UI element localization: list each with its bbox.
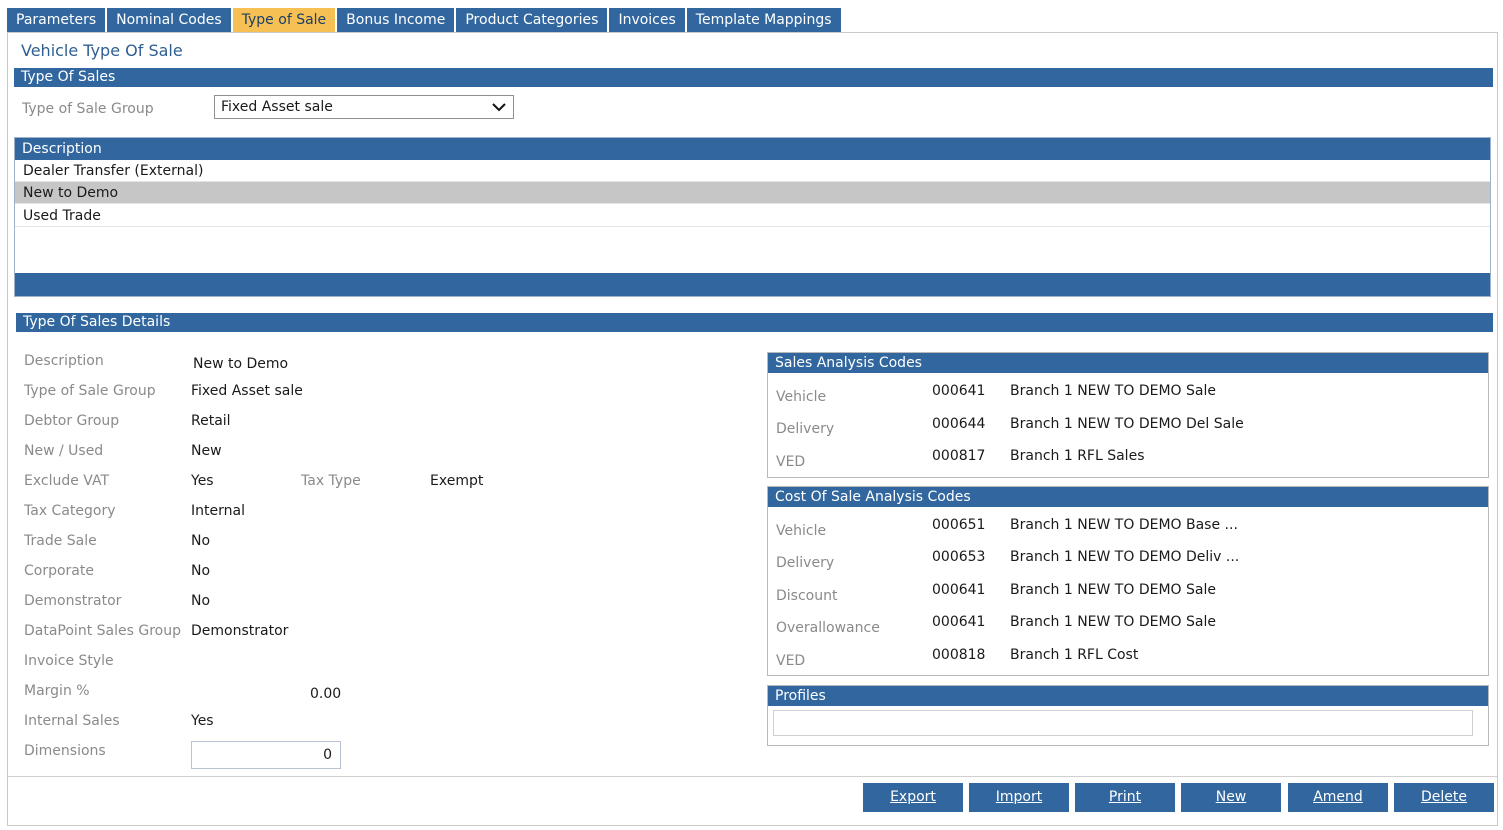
- print-button[interactable]: Print: [1075, 783, 1175, 812]
- invoice-style-label: Invoice Style: [24, 653, 114, 669]
- sales-delivery-code: 000644: [932, 416, 986, 432]
- export-button[interactable]: Export: [863, 783, 963, 812]
- sales-ved-desc: Branch 1 RFL Sales: [1010, 448, 1145, 464]
- internal-sales-label: Internal Sales: [24, 713, 120, 729]
- cost-ved-desc: Branch 1 RFL Cost: [1010, 647, 1139, 663]
- trade-sale-label: Trade Sale: [24, 533, 97, 549]
- description-label: Description: [24, 353, 104, 369]
- tab-product-categories[interactable]: Product Categories: [456, 8, 608, 32]
- sales-delivery-desc: Branch 1 NEW TO DEMO Del Sale: [1010, 416, 1244, 432]
- tax-category-label: Tax Category: [24, 503, 116, 519]
- description-list-header: Description: [15, 138, 1490, 160]
- sales-ved-code: 000817: [932, 448, 986, 464]
- cost-ved-code: 000818: [932, 647, 986, 663]
- cost-discount-label: Discount: [776, 588, 838, 604]
- type-of-sale-group-select[interactable]: Fixed Asset sale: [214, 95, 514, 119]
- tab-bar: Parameters Nominal Codes Type of Sale Bo…: [7, 8, 843, 32]
- sales-analysis-codes-header: Sales Analysis Codes: [768, 353, 1488, 373]
- tax-type-label: Tax Type: [301, 473, 361, 489]
- tab-nominal-codes[interactable]: Nominal Codes: [107, 8, 231, 32]
- new-button[interactable]: New: [1181, 783, 1281, 812]
- cost-analysis-codes-header: Cost Of Sale Analysis Codes: [768, 487, 1488, 507]
- description-value: New to Demo: [193, 356, 289, 372]
- sales-vehicle-desc: Branch 1 NEW TO DEMO Sale: [1010, 383, 1216, 399]
- type-of-sales-header: Type Of Sales: [14, 68, 1493, 87]
- cost-vehicle-code: 000651: [932, 517, 986, 533]
- tab-parameters[interactable]: Parameters: [7, 8, 106, 32]
- cost-overallowance-label: Overallowance: [776, 620, 880, 636]
- list-item[interactable]: Used Trade: [15, 205, 1490, 227]
- delete-button[interactable]: Delete: [1394, 783, 1494, 812]
- type-of-sale-group-detail-label: Type of Sale Group: [24, 383, 156, 399]
- tab-bonus-income[interactable]: Bonus Income: [337, 8, 455, 32]
- chevron-down-icon: [492, 103, 506, 112]
- datapoint-sales-group-label: DataPoint Sales Group: [24, 623, 181, 639]
- margin-label: Margin %: [24, 683, 90, 699]
- cost-delivery-label: Delivery: [776, 555, 835, 571]
- cost-analysis-codes-panel: Cost Of Sale Analysis Codes Vehicle 0006…: [767, 486, 1489, 676]
- profiles-header: Profiles: [768, 686, 1488, 706]
- dimensions-label: Dimensions: [24, 743, 106, 759]
- tab-type-of-sale[interactable]: Type of Sale: [232, 8, 336, 32]
- sales-delivery-label: Delivery: [776, 421, 835, 437]
- list-item[interactable]: New to Demo: [15, 182, 1490, 204]
- tab-invoices[interactable]: Invoices: [609, 8, 685, 32]
- cost-overallowance-desc: Branch 1 NEW TO DEMO Sale: [1010, 614, 1216, 630]
- amend-button[interactable]: Amend: [1288, 783, 1388, 812]
- debtor-group-value: Retail: [191, 413, 231, 429]
- cost-discount-code: 000641: [932, 582, 986, 598]
- trade-sale-value: No: [191, 533, 211, 549]
- tax-type-value: Exempt: [430, 473, 484, 489]
- type-of-sale-group-label: Type of Sale Group: [22, 101, 154, 117]
- dimensions-input[interactable]: 0: [191, 741, 341, 769]
- demonstrator-value: No: [191, 593, 211, 609]
- page-title: Vehicle Type Of Sale: [21, 41, 183, 60]
- footer-divider: [8, 776, 1497, 777]
- corporate-label: Corporate: [24, 563, 94, 579]
- debtor-group-label: Debtor Group: [24, 413, 120, 429]
- internal-sales-value: Yes: [191, 713, 214, 729]
- cost-overallowance-code: 000641: [932, 614, 986, 630]
- new-used-value: New: [191, 443, 222, 459]
- sales-ved-label: VED: [776, 454, 806, 470]
- sales-analysis-codes-panel: Sales Analysis Codes Vehicle 000641 Bran…: [767, 352, 1489, 478]
- datapoint-sales-group-value: Demonstrator: [191, 623, 289, 639]
- profiles-panel: Profiles: [767, 685, 1489, 746]
- exclude-vat-label: Exclude VAT: [24, 473, 110, 489]
- import-button[interactable]: Import: [969, 783, 1069, 812]
- cost-delivery-desc: Branch 1 NEW TO DEMO Deliv ...: [1010, 549, 1240, 565]
- exclude-vat-value: Yes: [191, 473, 214, 489]
- tab-template-mappings[interactable]: Template Mappings: [686, 8, 841, 32]
- cost-vehicle-label: Vehicle: [776, 523, 827, 539]
- type-of-sale-group-value: Fixed Asset sale: [221, 99, 333, 115]
- details-header: Type Of Sales Details: [16, 313, 1493, 332]
- corporate-value: No: [191, 563, 211, 579]
- sales-vehicle-label: Vehicle: [776, 389, 827, 405]
- cost-ved-label: VED: [776, 653, 806, 669]
- list-item[interactable]: Dealer Transfer (External): [15, 160, 1490, 182]
- demonstrator-label: Demonstrator: [24, 593, 122, 609]
- sales-vehicle-code: 000641: [932, 383, 986, 399]
- profiles-field[interactable]: [773, 710, 1473, 736]
- new-used-label: New / Used: [24, 443, 104, 459]
- cost-delivery-code: 000653: [932, 549, 986, 565]
- type-of-sale-group-detail-value: Fixed Asset sale: [191, 383, 303, 399]
- cost-discount-desc: Branch 1 NEW TO DEMO Sale: [1010, 582, 1216, 598]
- margin-value: 0.00: [310, 686, 342, 702]
- tax-category-value: Internal: [191, 503, 245, 519]
- list-footer-bar: [15, 273, 1490, 296]
- description-list: Description Dealer Transfer (External) N…: [14, 137, 1491, 297]
- cost-vehicle-desc: Branch 1 NEW TO DEMO Base ...: [1010, 517, 1238, 533]
